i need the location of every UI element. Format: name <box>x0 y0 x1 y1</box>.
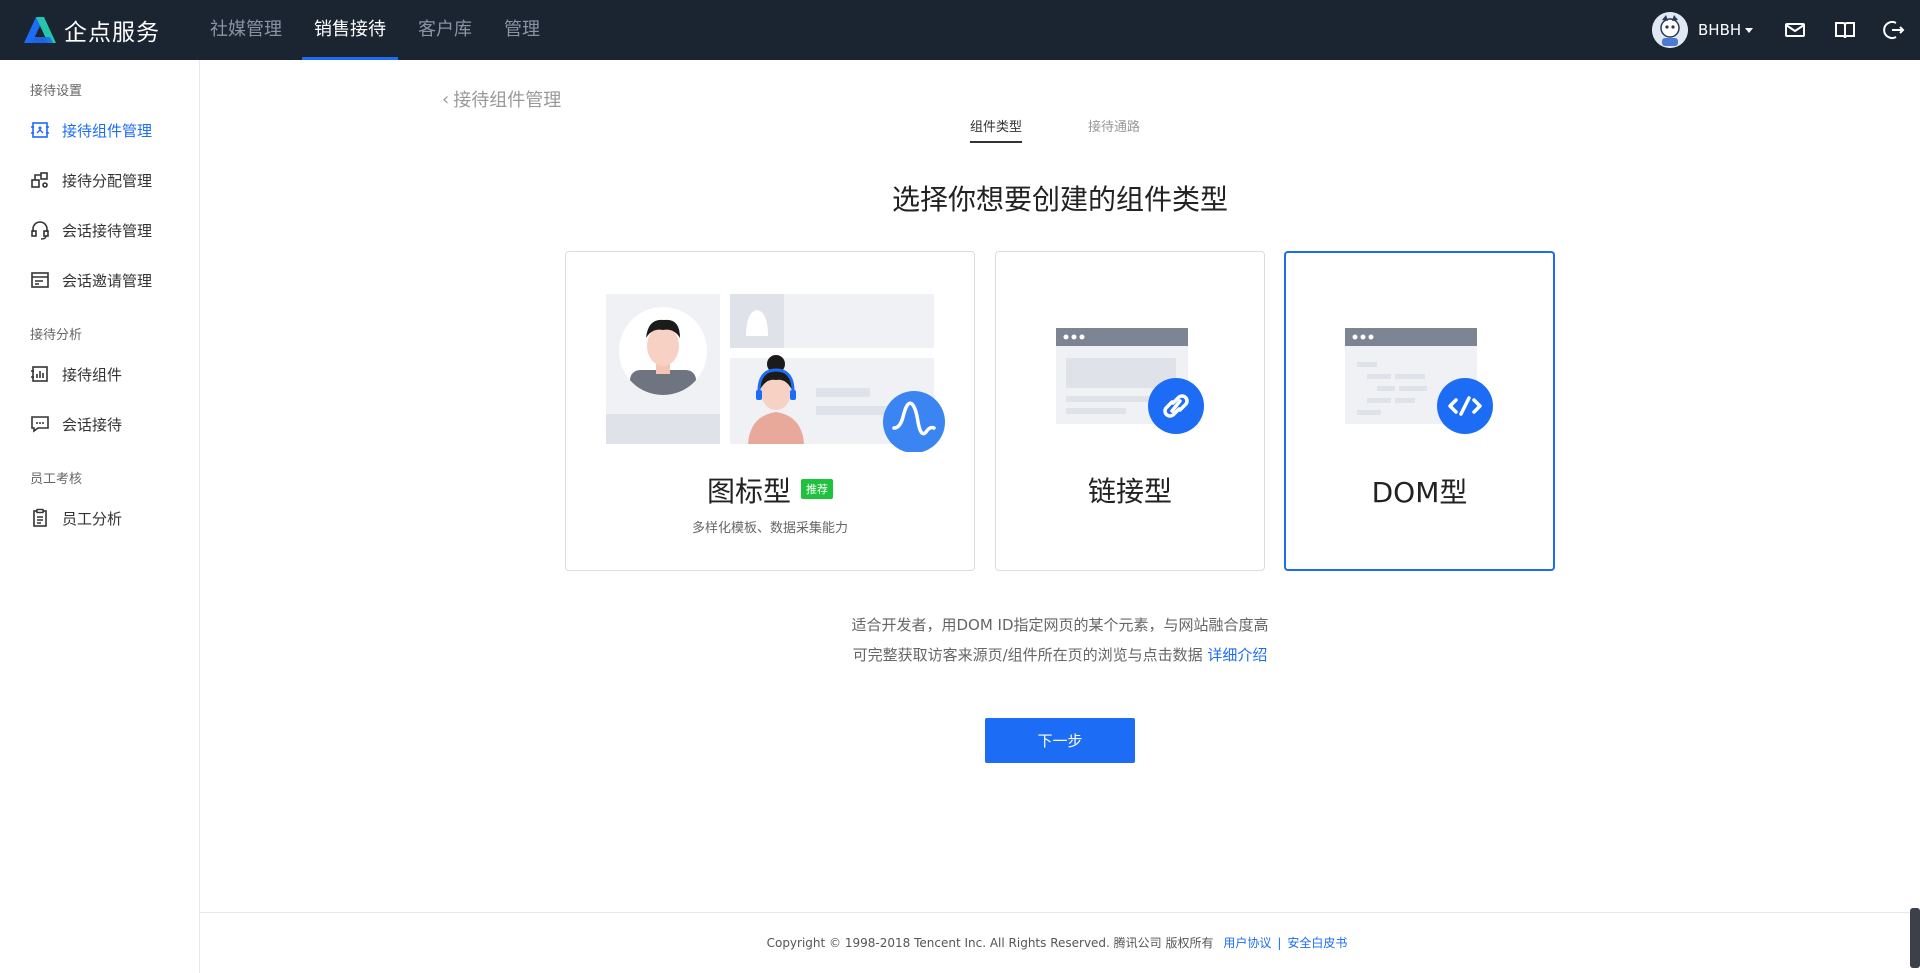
headset-icon <box>30 220 50 240</box>
assign-icon <box>30 170 50 190</box>
user-name: BHBH <box>1698 21 1742 39</box>
security-whitepaper-link[interactable]: 安全白皮书 <box>1287 936 1347 950</box>
sidebar-item-label: 接待组件管理 <box>62 121 153 140</box>
chat-icon <box>30 414 50 434</box>
recommend-badge: 推荐 <box>801 479 833 499</box>
card-icon-type[interactable]: 图标型 推荐 多样化模板、数据采集能力 <box>565 251 975 571</box>
card-dom-type[interactable]: DOM型 <box>1284 251 1555 571</box>
user-menu[interactable]: BHBH <box>1652 12 1754 48</box>
sidebar-item-label: 接待组件 <box>62 365 123 384</box>
sidebar-group-title: 接待分析 <box>30 328 83 343</box>
brand-logo[interactable]: 企点服务 <box>20 14 160 46</box>
widget-icon <box>30 120 50 140</box>
nav-customer-base[interactable]: 客户库 <box>406 0 484 60</box>
sidebar-item-label: 会话接待 <box>62 415 123 434</box>
mail-icon[interactable] <box>1783 18 1807 42</box>
type-tabs: 组件类型 接待通路 <box>970 116 1206 143</box>
brand-name: 企点服务 <box>64 20 160 46</box>
icon-type-illustration <box>606 294 945 452</box>
sidebar-group-title: 接待设置 <box>30 84 83 99</box>
sidebar-item-session-analysis[interactable]: 会话接待 <box>0 404 199 444</box>
nav-management[interactable]: 管理 <box>492 0 552 60</box>
sidebar: 接待设置 接待组件管理 接待分配管理 会话接待管理 会话邀请管理 接待分析 接待… <box>0 60 200 973</box>
avatar <box>1652 12 1688 48</box>
details-link[interactable]: 详细介绍 <box>1207 646 1267 664</box>
clipboard-icon <box>30 508 50 528</box>
card-title: 链接型 <box>1087 475 1172 508</box>
sidebar-item-label: 会话邀请管理 <box>62 271 153 290</box>
tab-widget-type[interactable]: 组件类型 <box>970 116 1023 143</box>
book-icon[interactable] <box>1833 18 1857 42</box>
widget-description: 适合开发者，用DOM ID指定网页的某个元素，与网站融合度高 可完整获取访客来源… <box>700 610 1420 670</box>
sidebar-item-invite-management[interactable]: 会话邀请管理 <box>0 260 199 300</box>
logo-icon <box>24 17 56 43</box>
next-step-button[interactable]: 下一步 <box>985 718 1135 763</box>
sidebar-item-session-management[interactable]: 会话接待管理 <box>0 210 199 250</box>
sidebar-item-assign-management[interactable]: 接待分配管理 <box>0 160 199 200</box>
chevron-left-icon: ‹ <box>442 88 450 110</box>
card-subtitle: 多样化模板、数据采集能力 <box>691 521 848 536</box>
nav-sales-reception[interactable]: 销售接待 <box>302 0 398 60</box>
invite-icon <box>30 270 50 290</box>
sidebar-item-widget-management[interactable]: 接待组件管理 <box>0 110 199 150</box>
sidebar-group-title: 员工考核 <box>30 472 83 487</box>
dom-type-illustration <box>1345 328 1493 434</box>
description-line-2: 可完整获取访客来源页/组件所在页的浏览与点击数据 详细介绍 <box>852 646 1268 664</box>
back-link[interactable]: ‹ 接待组件管理 <box>442 86 561 112</box>
tab-reception-channel[interactable]: 接待通路 <box>1088 116 1140 143</box>
link-type-illustration <box>1056 328 1204 434</box>
sidebar-item-widget-analysis[interactable]: 接待组件 <box>0 354 199 394</box>
logout-icon[interactable] <box>1882 18 1906 42</box>
scrollbar-handle[interactable] <box>1910 908 1920 968</box>
nav-social-media[interactable]: 社媒管理 <box>198 0 294 60</box>
copyright-text: Copyright © 1998-2018 Tencent Inc. All R… <box>766 936 1214 950</box>
sidebar-item-staff-analysis[interactable]: 员工分析 <box>0 498 199 538</box>
back-label: 接待组件管理 <box>453 90 562 111</box>
main-nav: 社媒管理 销售接待 客户库 管理 <box>198 0 560 60</box>
chart-icon <box>30 364 50 384</box>
top-navbar: 企点服务 社媒管理 销售接待 客户库 管理 BHBH <box>0 0 1920 60</box>
card-title: DOM型 <box>1371 476 1468 509</box>
sidebar-item-label: 员工分析 <box>62 509 123 528</box>
sidebar-item-label: 会话接待管理 <box>62 221 153 240</box>
card-link-type[interactable]: 链接型 <box>995 251 1265 571</box>
card-title: 图标型 推荐 <box>566 470 974 510</box>
footer-separator: | <box>1277 936 1282 950</box>
chevron-down-icon <box>1745 27 1754 33</box>
footer-divider <box>200 912 1920 913</box>
footer: Copyright © 1998-2018 Tencent Inc. All R… <box>200 934 1920 951</box>
user-agreement-link[interactable]: 用户协议 <box>1223 936 1271 950</box>
page-title: 选择你想要创建的组件类型 <box>891 183 1228 216</box>
description-line: 适合开发者，用DOM ID指定网页的某个元素，与网站融合度高 <box>851 616 1269 634</box>
sidebar-item-label: 接待分配管理 <box>62 171 153 190</box>
